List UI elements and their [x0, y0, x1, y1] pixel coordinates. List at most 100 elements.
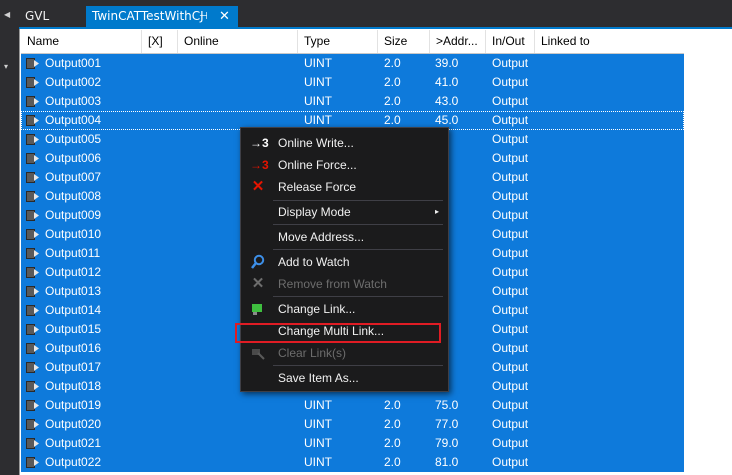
- column-header-type[interactable]: Type: [298, 30, 378, 53]
- cell-name: Output013: [45, 284, 102, 298]
- cell-inout: Output: [492, 246, 529, 260]
- output-variable-icon: [26, 381, 40, 392]
- cell-name: Output008: [45, 189, 102, 203]
- menu-item-label: Save Item As...: [278, 371, 359, 385]
- cell-inout: Output: [492, 132, 529, 146]
- pin-icon[interactable]: ⊣: [199, 6, 208, 27]
- menu-item-release-force[interactable]: ✕ Release Force: [242, 176, 447, 198]
- cell-inout: Output: [492, 113, 529, 127]
- menu-item-label: Add to Watch: [278, 255, 350, 269]
- cell-inout: Output: [492, 94, 529, 108]
- tab-twincattestwithcj[interactable]: TwinCATTestWithCJ ⊣ ✕: [86, 6, 238, 27]
- menu-item-label: Release Force: [278, 180, 357, 194]
- table-row[interactable]: Output019 UINT 2.0 75.0 Output: [21, 396, 684, 415]
- cell-name: Output009: [45, 208, 102, 222]
- output-variable-icon: [26, 400, 40, 411]
- cell-type: UINT: [304, 94, 332, 108]
- output-variable-icon: [26, 305, 40, 316]
- menu-item-clear-links[interactable]: Clear Link(s): [242, 342, 447, 364]
- cell-type: UINT: [304, 398, 332, 412]
- context-menu: →3 Online Write... →3 Online Force... ✕ …: [240, 127, 449, 392]
- cell-name: Output019: [45, 398, 102, 412]
- table-row[interactable]: Output021 UINT 2.0 79.0 Output: [21, 434, 684, 453]
- cell-name: Output007: [45, 170, 102, 184]
- cell-type: UINT: [304, 75, 332, 89]
- cell-type: UINT: [304, 455, 332, 469]
- cell-addr: 41.0: [435, 75, 459, 89]
- cell-name: Output005: [45, 132, 102, 146]
- table-row[interactable]: Output022 UINT 2.0 81.0 Output: [21, 453, 684, 472]
- cell-size: 2.0: [384, 455, 401, 469]
- table-row[interactable]: Output003 UINT 2.0 43.0 Output: [21, 92, 684, 111]
- menu-item-add-to-watch[interactable]: Add to Watch: [242, 251, 447, 273]
- menu-separator: [273, 296, 443, 297]
- output-variable-icon: [26, 248, 40, 259]
- cell-inout: Output: [492, 284, 529, 298]
- output-variable-icon: [26, 153, 40, 164]
- menu-item-move-address[interactable]: Move Address...: [242, 226, 447, 248]
- menu-item-display-mode[interactable]: Display Mode ▸: [242, 201, 447, 223]
- column-header-inout[interactable]: In/Out: [486, 30, 535, 53]
- cell-inout: Output: [492, 398, 529, 412]
- column-header-online[interactable]: Online: [178, 30, 298, 53]
- online-force-icon: →3: [250, 158, 269, 172]
- menu-item-label: Remove from Watch: [278, 277, 387, 291]
- cell-inout: Output: [492, 56, 529, 70]
- menu-item-label: Online Write...: [278, 136, 354, 150]
- column-header-name[interactable]: Name: [21, 30, 142, 53]
- cell-name: Output018: [45, 379, 102, 393]
- menu-item-remove-from-watch[interactable]: ✕ Remove from Watch: [242, 273, 447, 295]
- cell-inout: Output: [492, 322, 529, 336]
- column-header-linked-to[interactable]: Linked to: [535, 30, 684, 53]
- grid-header: Name [X] Online Type Size >Addr... In/Ou…: [21, 30, 684, 54]
- tab-label: GVL: [25, 9, 50, 23]
- output-variable-icon: [26, 115, 40, 126]
- clear-link-icon: [250, 345, 266, 361]
- output-variable-icon: [26, 457, 40, 468]
- cell-inout: Output: [492, 151, 529, 165]
- column-header-x[interactable]: [X]: [142, 30, 178, 53]
- collapse-arrow-icon[interactable]: ◀: [4, 10, 10, 19]
- tab-gvl[interactable]: GVL: [23, 6, 85, 27]
- cell-name: Output020: [45, 417, 102, 431]
- cell-inout: Output: [492, 170, 529, 184]
- cell-name: Output017: [45, 360, 102, 374]
- online-write-icon: →3: [250, 136, 269, 150]
- column-header-size[interactable]: Size: [378, 30, 430, 53]
- menu-item-label: Clear Link(s): [278, 346, 347, 360]
- cell-inout: Output: [492, 189, 529, 203]
- menu-item-online-force[interactable]: →3 Online Force...: [242, 154, 447, 176]
- cell-addr: 81.0: [435, 455, 459, 469]
- cell-inout: Output: [492, 265, 529, 279]
- table-row[interactable]: Output020 UINT 2.0 77.0 Output: [21, 415, 684, 434]
- close-icon[interactable]: ✕: [219, 6, 230, 27]
- output-variable-icon: [26, 229, 40, 240]
- cell-inout: Output: [492, 360, 529, 374]
- remove-watch-icon: ✕: [251, 275, 265, 292]
- column-header-address[interactable]: >Addr...: [430, 30, 486, 53]
- dropdown-arrow-icon[interactable]: ▾: [4, 62, 8, 71]
- output-variable-icon: [26, 77, 40, 88]
- cell-name: Output001: [45, 56, 102, 70]
- document-tab-bar: GVL TwinCATTestWithCJ ⊣ ✕: [19, 0, 732, 27]
- table-row[interactable]: Output002 UINT 2.0 41.0 Output: [21, 73, 684, 92]
- menu-separator: [273, 224, 443, 225]
- cell-size: 2.0: [384, 417, 401, 431]
- grid-empty-area: [685, 29, 732, 475]
- cell-inout: Output: [492, 436, 529, 450]
- cell-name: Output006: [45, 151, 102, 165]
- tab-label: TwinCATTestWithCJ: [92, 9, 204, 23]
- cell-addr: 43.0: [435, 94, 459, 108]
- table-row[interactable]: Output001 UINT 2.0 39.0 Output: [21, 54, 684, 73]
- cell-inout: Output: [492, 341, 529, 355]
- menu-item-save-item-as[interactable]: Save Item As...: [242, 367, 447, 389]
- menu-item-online-write[interactable]: →3 Online Write...: [242, 132, 447, 154]
- output-variable-icon: [26, 419, 40, 430]
- cell-addr: 79.0: [435, 436, 459, 450]
- cell-inout: Output: [492, 208, 529, 222]
- cell-size: 2.0: [384, 436, 401, 450]
- menu-item-change-link[interactable]: Change Link...: [242, 298, 447, 320]
- cell-addr: 75.0: [435, 398, 459, 412]
- output-variable-icon: [26, 267, 40, 278]
- cell-inout: Output: [492, 379, 529, 393]
